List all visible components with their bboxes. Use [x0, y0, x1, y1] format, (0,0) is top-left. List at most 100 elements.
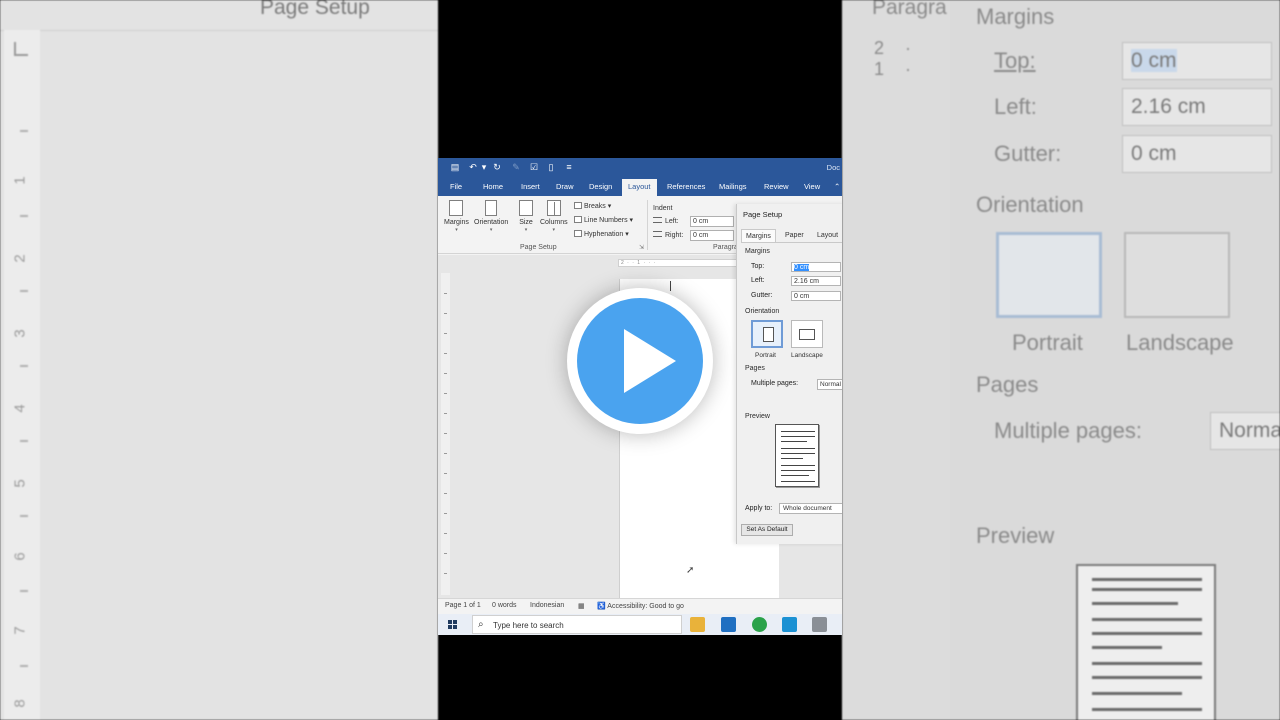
ruler-tick	[444, 293, 447, 294]
orientation-button[interactable]: Orientation ▾	[474, 200, 508, 233]
gutter-input[interactable]: 0 cm	[791, 291, 841, 301]
bg-ruler-number: 4	[11, 404, 29, 413]
tab-view[interactable]: View	[804, 182, 820, 191]
preview-line	[781, 465, 815, 466]
preview-section-label: Preview	[745, 413, 770, 420]
checklist-icon[interactable]: ☑	[529, 162, 539, 172]
bg-top-field: 0 cm	[1122, 42, 1272, 80]
redo-icon[interactable]: ↻	[492, 162, 502, 172]
orientation-icon	[485, 200, 498, 216]
indent-right-icon	[653, 231, 662, 237]
indent-right-input[interactable]: 0 cm	[690, 230, 734, 241]
vertical-ruler	[441, 273, 450, 595]
dialog-tab-layout[interactable]: Layout	[817, 232, 838, 239]
set-as-default-button[interactable]: Set As Default	[741, 524, 793, 536]
bg-ruler-tick	[20, 515, 28, 517]
undo-dropdown-icon[interactable]: ▾	[479, 162, 489, 172]
margins-icon	[449, 200, 464, 216]
preview-line	[781, 431, 815, 432]
new-doc-icon[interactable]: ▯	[546, 162, 556, 172]
tab-review[interactable]: Review	[764, 182, 789, 191]
dialog-tab-paper[interactable]: Paper	[785, 232, 804, 239]
bg-preview-line	[1092, 692, 1182, 695]
video-play-button[interactable]	[567, 288, 713, 434]
margins-section-label: Margins	[745, 248, 770, 255]
breaks-icon	[574, 202, 582, 209]
margins-button[interactable]: Margins ▾	[444, 200, 469, 233]
preview-page	[775, 424, 819, 487]
save-icon[interactable]: ▤	[450, 162, 460, 172]
horizontal-ruler[interactable]: 2 · · 1 · · ·	[618, 259, 738, 267]
ruler-tick	[444, 353, 447, 354]
landscape-label: Landscape	[791, 352, 823, 359]
language-status[interactable]: Indonesian	[530, 602, 564, 609]
mouse-pointer-icon: ➚	[686, 565, 695, 576]
bg-preview-line	[1092, 618, 1202, 621]
tab-draw[interactable]: Draw	[556, 182, 574, 191]
text-cursor	[670, 281, 671, 291]
tab-mailings[interactable]: Mailings	[719, 182, 747, 191]
top-margin-label: Top:	[751, 263, 765, 270]
taskbar-search[interactable]: ⌕ Type here to search	[472, 615, 682, 634]
word-count[interactable]: 0 words	[492, 602, 517, 609]
tab-insert[interactable]: Insert	[521, 182, 540, 191]
tab-home[interactable]: Home	[483, 182, 503, 191]
portrait-label: Portrait	[755, 352, 776, 359]
bg-gutter-field: 0 cm	[1122, 135, 1272, 173]
bg-preview-line	[1092, 588, 1202, 591]
dialog-launcher-icon[interactable]: ⇲	[639, 244, 644, 251]
apply-to-select[interactable]: Whole document	[779, 503, 842, 514]
hyphenation-icon	[574, 230, 582, 237]
columns-button[interactable]: Columns ▾	[540, 200, 568, 233]
preview-line	[781, 458, 803, 459]
file-explorer-icon[interactable]	[690, 617, 705, 632]
portrait-option[interactable]	[751, 320, 783, 348]
top-margin-input[interactable]: 0 cm	[791, 262, 841, 272]
page-count[interactable]: Page 1 of 1	[445, 602, 481, 609]
brush-icon[interactable]: ✎	[511, 162, 521, 172]
bg-gutter-label: Gutter:	[994, 141, 1062, 166]
landscape-option[interactable]	[791, 320, 823, 348]
bg-preview-line	[1092, 632, 1202, 635]
ruler-tick	[444, 433, 447, 434]
bg-ruler-tick	[20, 440, 28, 442]
accessibility-status[interactable]: ♿ Accessibility: Good to go	[597, 602, 684, 610]
page-setup-group-label: Page Setup	[520, 244, 557, 251]
customize-icon[interactable]: ≡	[564, 162, 574, 172]
proofing-icon[interactable]: ▦	[578, 602, 585, 610]
indent-left-label: Left:	[653, 217, 679, 225]
windows-start-icon[interactable]	[448, 620, 458, 630]
bg-top-label: Top:	[994, 48, 1036, 73]
bg-landscape-option	[1124, 232, 1230, 318]
left-margin-input[interactable]: 2.16 cm	[791, 276, 841, 286]
bg-ruler-numbers: 2 · 1 ·	[874, 38, 920, 79]
bg-margins-heading: Margins	[976, 4, 1055, 29]
mail-icon[interactable]	[721, 617, 736, 632]
bg-multiple-pages-label: Multiple pages:	[994, 418, 1142, 443]
tab-design[interactable]: Design	[589, 182, 612, 191]
undo-icon[interactable]: ↶	[468, 162, 478, 172]
bg-ruler-tick	[20, 590, 28, 592]
indent-left-input[interactable]: 0 cm	[690, 216, 734, 227]
line-numbers-button[interactable]: Line Numbers ▾	[574, 216, 633, 224]
preview-line	[781, 448, 815, 449]
hyphenation-button[interactable]: Hyphenation ▾	[574, 230, 629, 238]
gutter-label: Gutter:	[751, 292, 773, 299]
app-tool-icon[interactable]	[812, 617, 827, 632]
size-button[interactable]: Size ▾	[519, 200, 533, 233]
dialog-tab-margins[interactable]: Margins	[741, 229, 776, 243]
chrome-icon[interactable]	[752, 617, 767, 632]
app-l-icon[interactable]	[782, 617, 797, 632]
breaks-button[interactable]: Breaks ▾	[574, 202, 611, 210]
bg-ribbon-strip: Paragra 2 · 1 ·	[842, 0, 950, 720]
tab-layout[interactable]: Layout	[622, 179, 657, 196]
bg-preview-line	[1092, 662, 1202, 665]
collapse-ribbon-icon[interactable]: ⌃	[834, 182, 840, 191]
bg-preview-line	[1092, 578, 1202, 581]
bg-separator	[0, 30, 438, 31]
tab-references[interactable]: References	[667, 182, 705, 191]
ribbon-divider	[647, 200, 648, 250]
bg-pages-heading: Pages	[976, 372, 1039, 397]
tab-file[interactable]: File	[450, 182, 462, 191]
multiple-pages-select[interactable]: Normal	[817, 379, 842, 390]
